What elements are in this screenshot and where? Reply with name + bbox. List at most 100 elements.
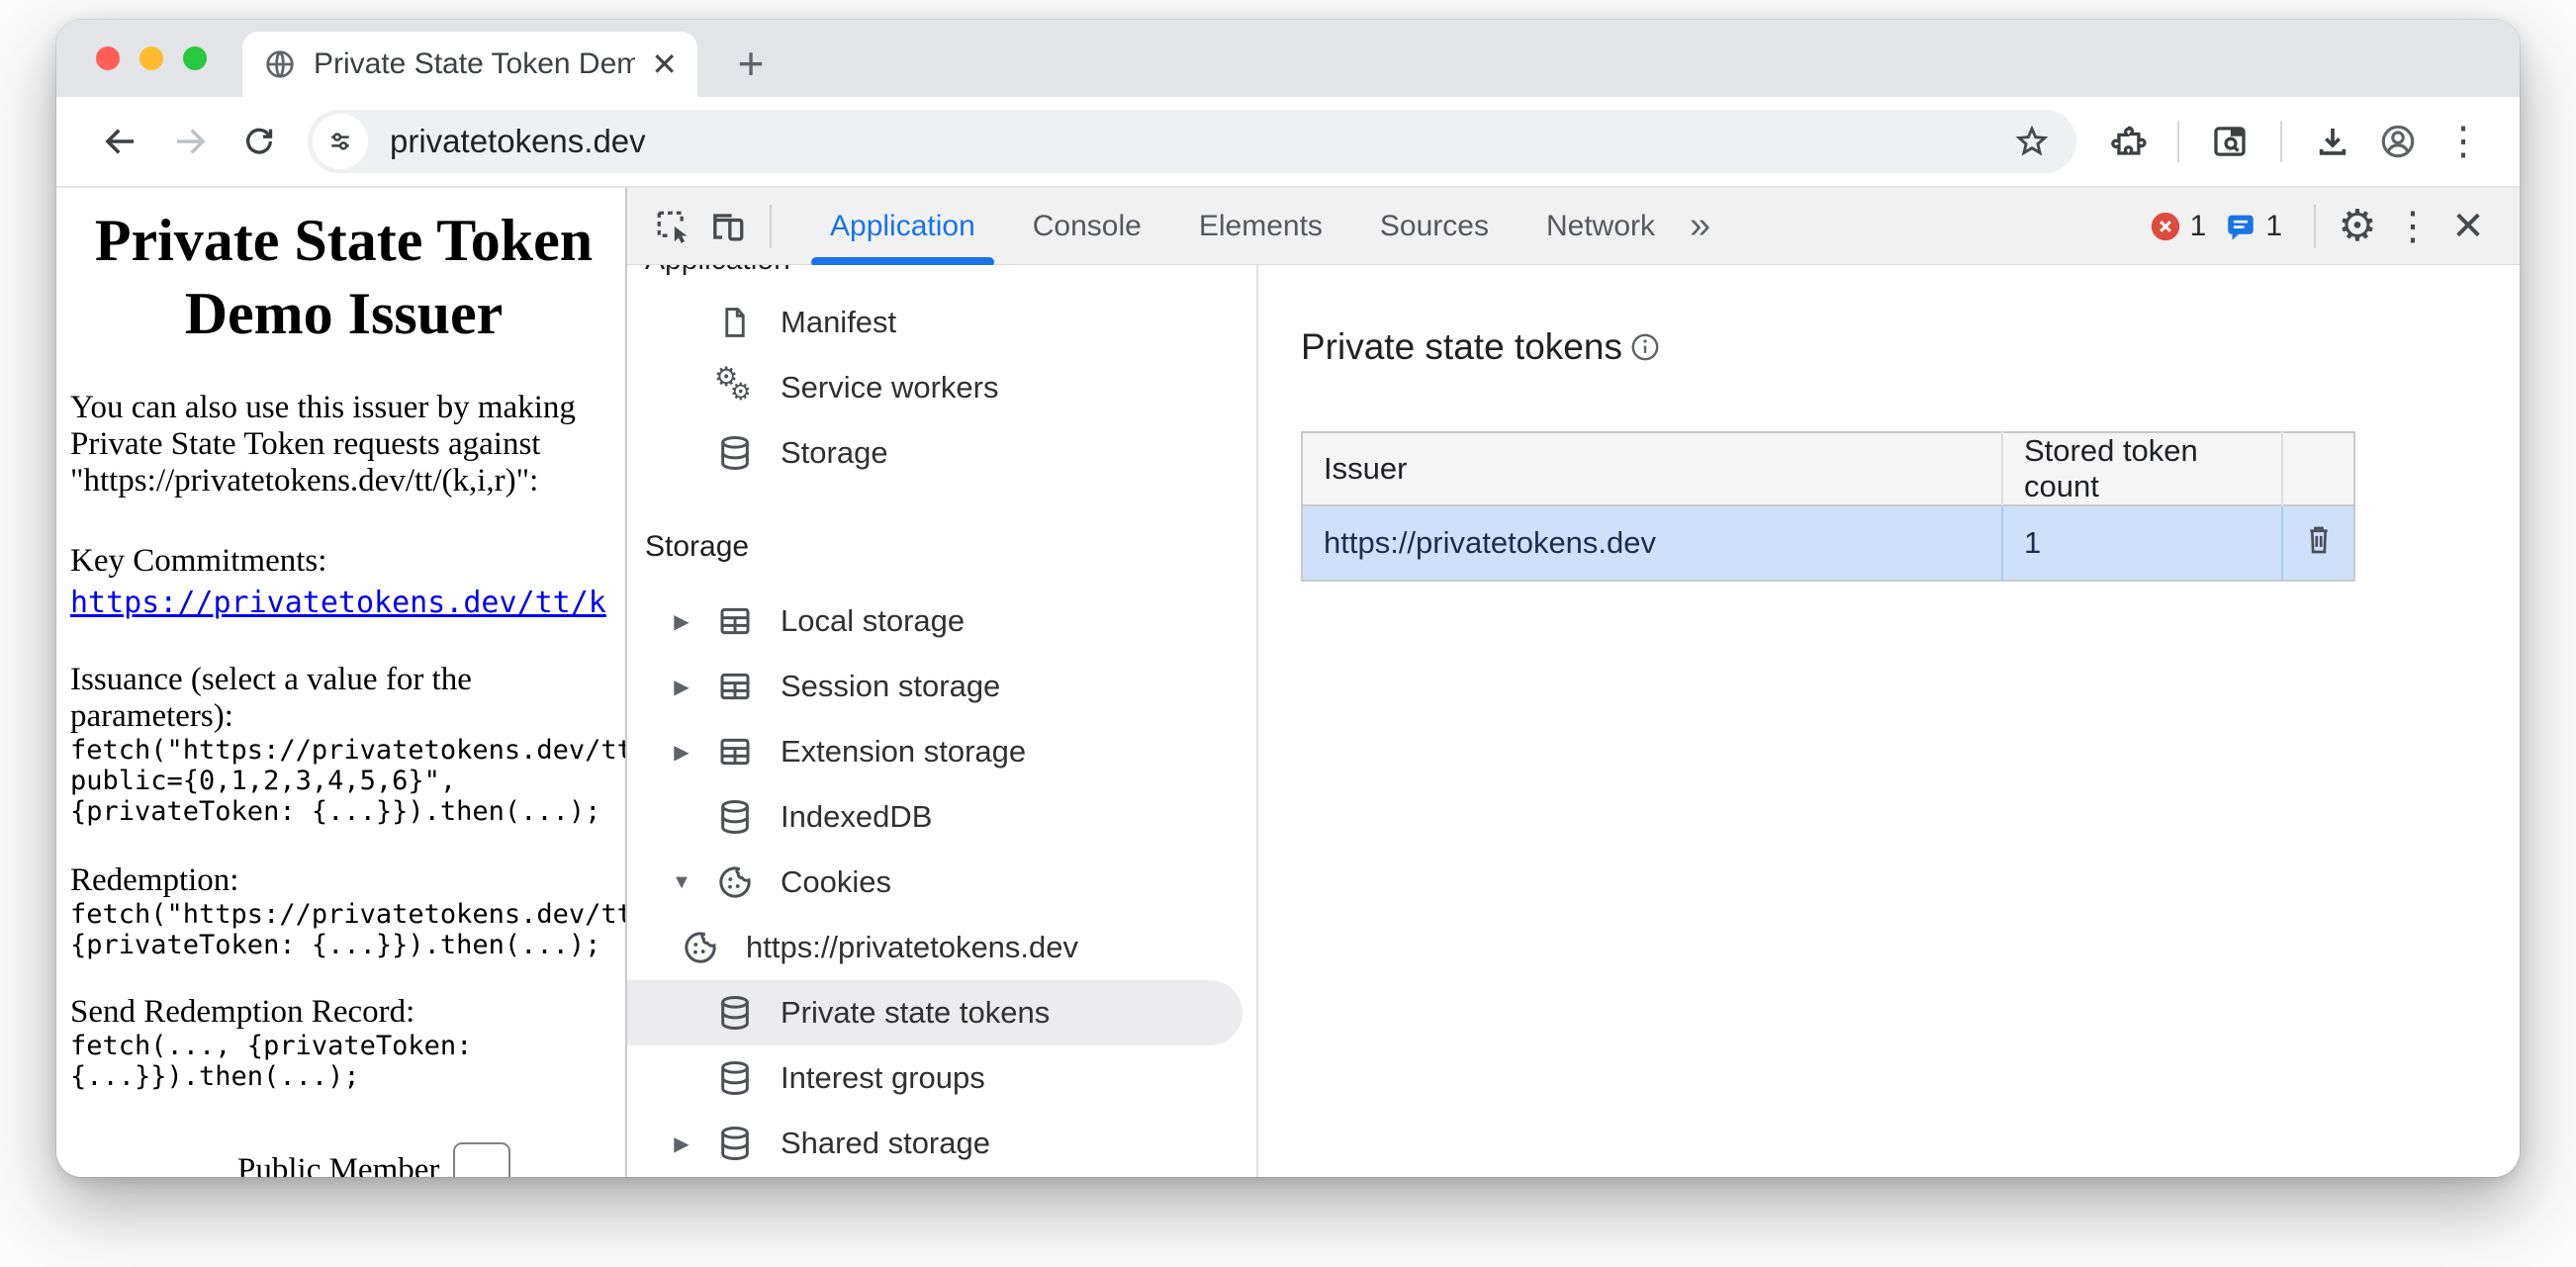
disclosure-right-icon[interactable]: ▶ bbox=[666, 740, 697, 765]
devtools-divider bbox=[770, 205, 772, 248]
public-member-row: Public Member bbox=[237, 1150, 510, 1177]
send-rr-label: Send Redemption Record: bbox=[70, 994, 625, 1031]
disclosure-down-icon[interactable]: ▼ bbox=[666, 871, 697, 894]
info-icon[interactable] bbox=[1628, 330, 1662, 364]
devtools-main-panel: Private state tokens IssuerStored token … bbox=[1258, 265, 2520, 1177]
devtools-tabs: ApplicationConsoleElementsSourcesNetwork bbox=[801, 188, 1684, 264]
delete-tokens-cell[interactable] bbox=[2282, 505, 2354, 581]
disclosure-right-icon[interactable]: ▶ bbox=[666, 675, 697, 699]
sidebar-item-extension-storage[interactable]: ▶ Extension storage bbox=[627, 719, 1256, 784]
issuance-label: Issuance (select a value for the paramet… bbox=[70, 662, 625, 735]
back-icon[interactable] bbox=[90, 111, 151, 172]
devtools-tab-console[interactable]: Console bbox=[1004, 188, 1170, 264]
address-bar[interactable]: privatetokens.dev bbox=[308, 110, 2076, 173]
url-text[interactable]: privatetokens.dev bbox=[390, 123, 2003, 160]
browser-window: Private State Token Demo ✕ + privatetoke… bbox=[56, 20, 2520, 1177]
browser-tab[interactable]: Private State Token Demo ✕ bbox=[242, 32, 697, 97]
sidebar-item-shared-storage[interactable]: ▶Shared storage bbox=[627, 1111, 1256, 1176]
public-member-input[interactable] bbox=[453, 1142, 510, 1177]
devtools-menu-kebab-icon[interactable]: ⋮ bbox=[2385, 199, 2440, 254]
message-badge[interactable]: 1 bbox=[2224, 210, 2282, 243]
sidebar-item-label: Extension storage bbox=[781, 734, 1026, 769]
devtools-tab-sources[interactable]: Sources bbox=[1351, 188, 1518, 264]
database-icon bbox=[713, 991, 757, 1035]
cookie-icon bbox=[679, 926, 722, 969]
column-header-actions[interactable] bbox=[2282, 432, 2354, 505]
table-row[interactable]: https://privatetokens.dev1 bbox=[1302, 505, 2354, 581]
sidebar-item-indexeddb[interactable]: IndexedDB bbox=[627, 784, 1256, 850]
token-count-cell[interactable]: 1 bbox=[2002, 505, 2282, 581]
device-toolbar-icon[interactable] bbox=[700, 199, 756, 254]
sidebar-item-label: Service workers bbox=[781, 370, 999, 406]
database-icon bbox=[713, 431, 757, 475]
application-sidebar: Application Manifest ⚙⚙ Service workers Stor… bbox=[627, 265, 1258, 1177]
cookie-icon bbox=[713, 860, 757, 904]
sidebar-section-application: Application bbox=[627, 265, 1256, 282]
devtools-toolbar: ApplicationConsoleElementsSourcesNetwork… bbox=[627, 188, 2520, 265]
table-icon bbox=[713, 599, 757, 643]
devtools-tab-elements[interactable]: Elements bbox=[1170, 188, 1351, 264]
side-search-icon[interactable] bbox=[2201, 113, 2258, 170]
maximize-window-button[interactable] bbox=[183, 46, 207, 70]
minimize-window-button[interactable] bbox=[139, 46, 163, 70]
close-window-button[interactable] bbox=[96, 46, 120, 70]
page-title: Private State Token Demo Issuer bbox=[70, 204, 625, 350]
sidebar-item-label: Local storage bbox=[781, 603, 965, 639]
sidebar-item-session-storage[interactable]: ▶Session storage bbox=[627, 654, 1256, 719]
gears-icon: ⚙⚙ bbox=[713, 366, 757, 409]
page-intro-text: You can also use this issuer by making P… bbox=[70, 390, 625, 499]
inspect-element-icon[interactable] bbox=[645, 199, 700, 254]
database-icon bbox=[713, 1122, 757, 1165]
window-controls bbox=[96, 20, 207, 97]
devtools-close-icon[interactable]: ✕ bbox=[2440, 199, 2496, 254]
new-tab-button[interactable]: + bbox=[721, 34, 781, 93]
database-icon bbox=[713, 1056, 757, 1100]
tokens-table: IssuerStored token count https://private… bbox=[1301, 431, 2355, 582]
bookmark-star-icon[interactable] bbox=[2003, 113, 2061, 170]
issuer-cell[interactable]: https://privatetokens.dev bbox=[1302, 505, 2002, 581]
sidebar-item-private-state-tokens[interactable]: Private state tokens bbox=[627, 980, 1242, 1045]
redemption-code: fetch("https://privatetokens.dev/tt/ {pr… bbox=[70, 899, 625, 960]
sidebar-item-label: Manifest bbox=[781, 305, 896, 340]
devtools-tab-network[interactable]: Network bbox=[1518, 188, 1684, 264]
disclosure-right-icon[interactable]: ▶ bbox=[666, 1131, 697, 1156]
sidebar-item-cookies[interactable]: ▼ Cookies bbox=[627, 850, 1256, 915]
sidebar-item-storage[interactable]: Storage bbox=[627, 420, 1256, 486]
more-tabs-icon[interactable]: » bbox=[1690, 205, 1710, 247]
database-icon bbox=[713, 795, 757, 839]
forward-icon[interactable] bbox=[159, 111, 221, 172]
public-member-label: Public Member bbox=[237, 1150, 439, 1177]
settings-gear-icon[interactable]: ⚙ bbox=[2330, 199, 2385, 254]
panel-title: Private state tokens bbox=[1301, 326, 1622, 368]
browser-menu-kebab-icon[interactable]: ⋮ bbox=[2435, 113, 2492, 170]
tab-close-icon[interactable]: ✕ bbox=[651, 45, 678, 83]
devtools-tab-application[interactable]: Application bbox=[801, 188, 1004, 264]
toolbar-divider bbox=[2280, 121, 2282, 162]
sidebar-item-service-workers[interactable]: ⚙⚙ Service workers bbox=[627, 355, 1256, 420]
sidebar-item-label: Storage bbox=[781, 435, 888, 471]
sidebar-item-https-privatetokens-dev[interactable]: https://privatetokens.dev bbox=[627, 915, 1256, 980]
tab-title: Private State Token Demo bbox=[314, 47, 635, 81]
error-badge[interactable]: 1 bbox=[2149, 210, 2207, 243]
issuance-code: fetch("https://privatetokens.dev/tt/ pub… bbox=[70, 735, 625, 827]
profile-icon[interactable] bbox=[2369, 113, 2427, 170]
error-count: 1 bbox=[2190, 210, 2207, 243]
column-header-stored-token-count[interactable]: Stored token count bbox=[2002, 432, 2282, 505]
sidebar-item-manifest[interactable]: Manifest bbox=[627, 290, 1256, 355]
disclosure-right-icon[interactable]: ▶ bbox=[666, 609, 697, 634]
download-icon[interactable] bbox=[2304, 113, 2361, 170]
sidebar-item-label: Cookies bbox=[781, 864, 891, 900]
browser-toolbar: privatetokens.dev bbox=[56, 97, 2520, 188]
sidebar-item-label: Private state tokens bbox=[781, 995, 1050, 1031]
reload-icon[interactable] bbox=[229, 111, 290, 172]
site-settings-icon[interactable] bbox=[313, 114, 368, 169]
sidebar-item-label: IndexedDB bbox=[781, 799, 932, 835]
key-commitments-link[interactable]: https://privatetokens.dev/tt/k bbox=[70, 586, 606, 620]
column-header-issuer[interactable]: Issuer bbox=[1302, 432, 2002, 505]
document-icon bbox=[713, 301, 757, 344]
web-page: Private State Token Demo Issuer You can … bbox=[56, 188, 625, 1177]
trash-icon[interactable] bbox=[2300, 520, 2338, 558]
sidebar-item-interest-groups[interactable]: Interest groups bbox=[627, 1045, 1256, 1111]
sidebar-item-local-storage[interactable]: ▶ Local storage bbox=[627, 588, 1256, 654]
extensions-icon[interactable] bbox=[2098, 113, 2156, 170]
